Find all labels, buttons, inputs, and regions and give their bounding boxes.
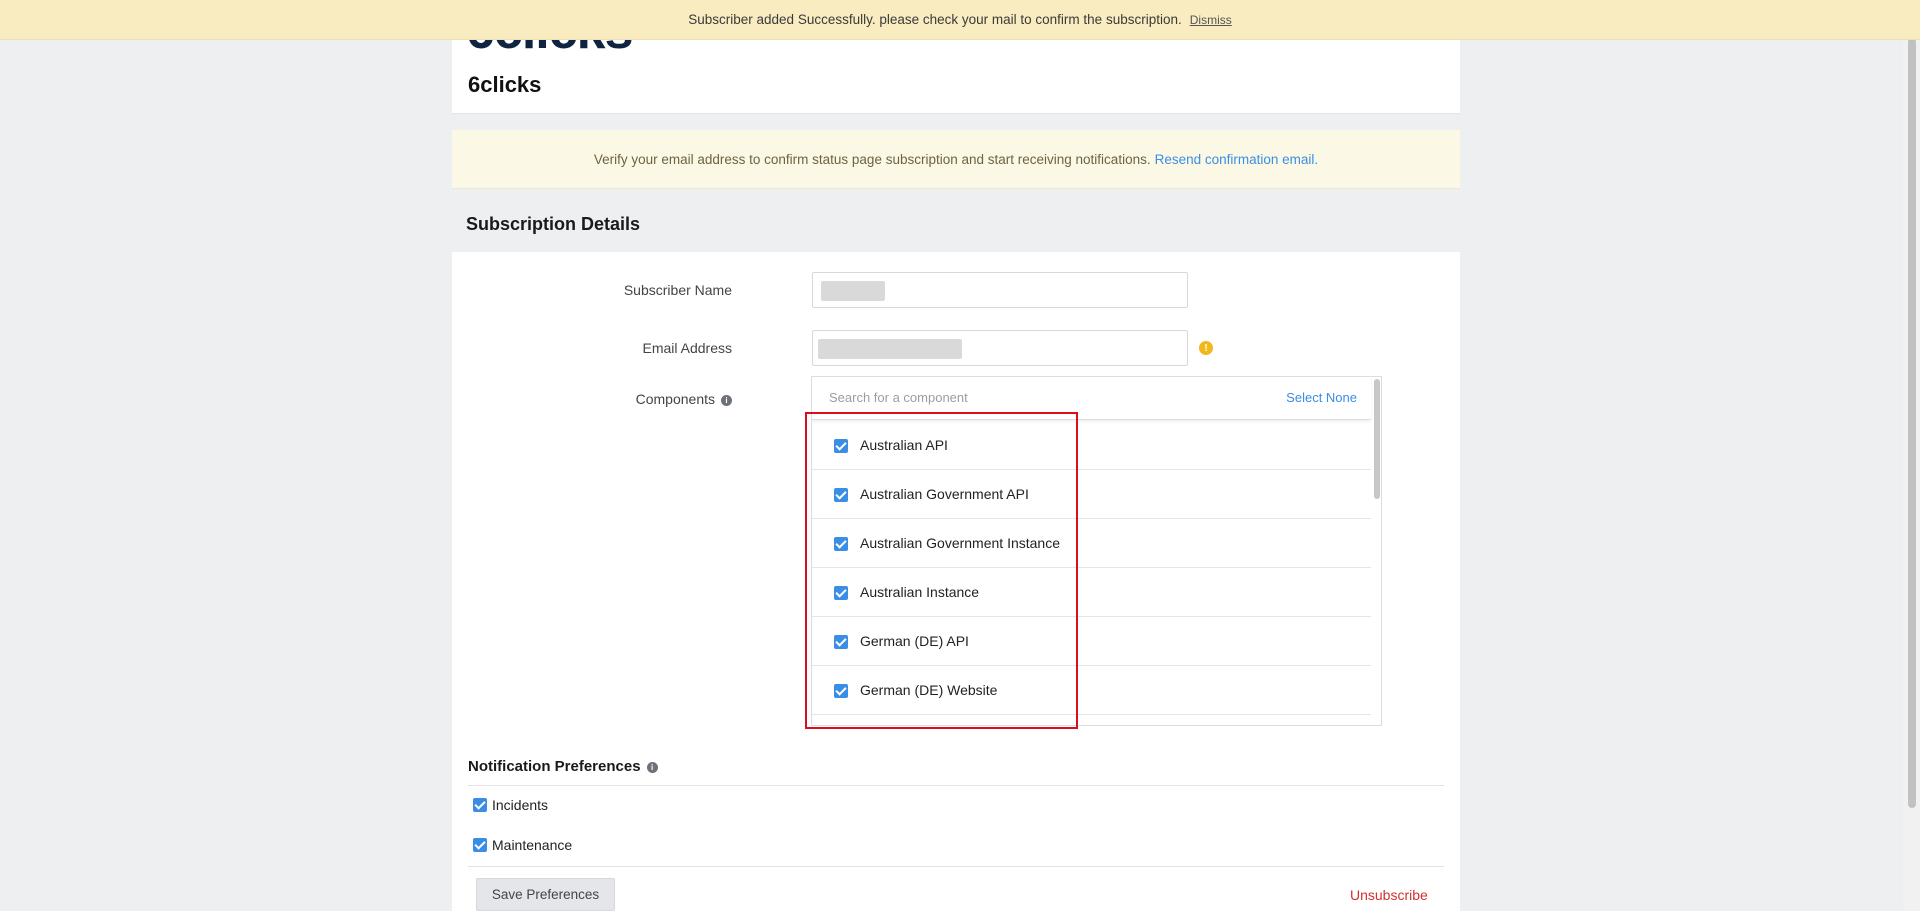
checkbox-checked[interactable] bbox=[834, 635, 848, 649]
component-row[interactable]: Australian Government API bbox=[812, 470, 1371, 519]
maintenance-checkbox[interactable] bbox=[473, 838, 487, 853]
save-preferences-button[interactable]: Save Preferences bbox=[476, 878, 615, 911]
select-none-link[interactable]: Select None bbox=[1286, 390, 1357, 405]
redacted-email bbox=[818, 339, 962, 359]
divider bbox=[468, 866, 1444, 867]
warning-icon: ! bbox=[1199, 341, 1213, 355]
incidents-label: Incidents bbox=[492, 797, 549, 813]
subscription-form: Subscriber Name Email Address ! Componen… bbox=[452, 252, 1460, 911]
page-scrollbar-thumb[interactable] bbox=[1908, 38, 1916, 808]
component-row[interactable]: Australian API bbox=[812, 421, 1371, 470]
redacted-name bbox=[821, 281, 885, 301]
checkbox-checked[interactable] bbox=[834, 684, 848, 698]
component-label: Australian Government API bbox=[860, 486, 1029, 502]
checkbox-checked[interactable] bbox=[834, 537, 848, 551]
component-label: German (DE) Website bbox=[860, 682, 998, 698]
checkbox-checked[interactable] bbox=[834, 439, 848, 453]
component-label: Australian API bbox=[860, 437, 948, 453]
subscriber-name-field[interactable] bbox=[812, 272, 1188, 308]
resend-confirmation-link[interactable]: Resend confirmation email. bbox=[1155, 152, 1319, 167]
component-label: German (DE) API bbox=[860, 633, 969, 649]
notification-preferences-label: Notification Preferences bbox=[468, 758, 641, 775]
component-label: Australian Government Instance bbox=[860, 535, 1060, 551]
incidents-checkbox[interactable] bbox=[473, 798, 487, 813]
maintenance-option[interactable]: Maintenance bbox=[473, 837, 572, 853]
page-scrollbar[interactable] bbox=[1903, 0, 1920, 911]
section-title: Subscription Details bbox=[466, 214, 641, 234]
subscriber-name-label: Subscriber Name bbox=[623, 282, 732, 298]
checkbox-checked[interactable] bbox=[834, 488, 848, 502]
verify-banner: Verify your email address to confirm sta… bbox=[452, 130, 1460, 189]
component-row[interactable]: German (DE) API bbox=[812, 617, 1371, 666]
component-row[interactable]: Australian Instance bbox=[812, 568, 1371, 617]
component-row[interactable]: Australian Government Instance bbox=[812, 519, 1371, 568]
incidents-option[interactable]: Incidents bbox=[473, 797, 548, 813]
components-label: Components bbox=[635, 391, 715, 407]
component-row[interactable]: German (DE) Website bbox=[812, 666, 1371, 715]
notification-preferences-title: Notification Preferences i bbox=[468, 758, 658, 775]
org-name: 6clicks bbox=[468, 72, 542, 97]
dismiss-link[interactable]: Dismiss bbox=[1190, 13, 1232, 27]
components-scrollbar-thumb[interactable] bbox=[1374, 379, 1380, 499]
email-label: Email Address bbox=[642, 340, 732, 356]
unsubscribe-link[interactable]: Unsubscribe bbox=[1350, 887, 1428, 903]
components-list[interactable]: Search for a component Select None Austr… bbox=[811, 376, 1382, 726]
component-label: Australian Instance bbox=[860, 584, 980, 600]
info-icon[interactable]: i bbox=[646, 761, 658, 773]
divider bbox=[468, 785, 1444, 786]
maintenance-label: Maintenance bbox=[492, 837, 573, 853]
components-label-wrap: Components i bbox=[552, 391, 732, 407]
verify-message: Verify your email address to confirm sta… bbox=[593, 151, 1151, 167]
checkbox-checked[interactable] bbox=[834, 586, 848, 600]
email-field[interactable] bbox=[812, 330, 1188, 366]
notice-bar: Subscriber added Successfully. please ch… bbox=[0, 0, 1920, 40]
component-search-input[interactable]: Search for a component bbox=[829, 390, 968, 405]
component-search: Search for a component Select None bbox=[812, 377, 1371, 420]
notice-message: Subscriber added Successfully. please ch… bbox=[688, 12, 1182, 27]
info-icon[interactable]: i bbox=[721, 394, 732, 406]
